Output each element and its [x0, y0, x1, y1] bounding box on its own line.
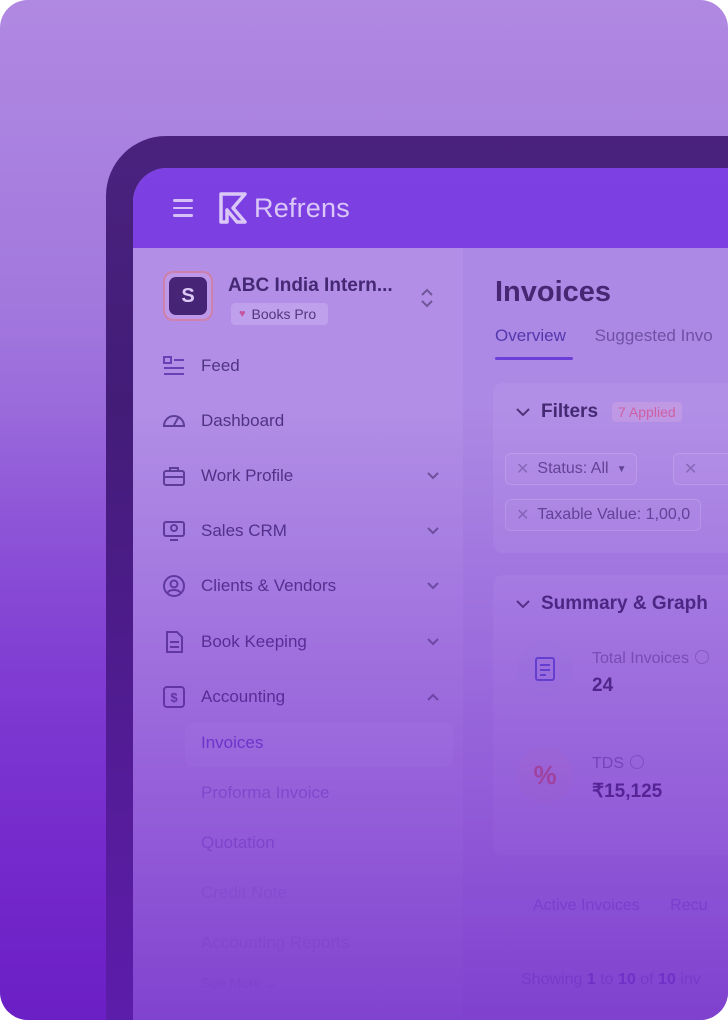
promo-card: Refrens S ABC India Intern... ♥ Books Pr… [0, 0, 728, 1020]
switch-org-icon[interactable] [419, 285, 435, 311]
crm-icon [163, 521, 185, 541]
sidebar-item-accounting[interactable]: $ Accounting [161, 682, 441, 712]
stat-total-invoices-label: Total Invoices [592, 650, 709, 668]
sidebar-item-clients-vendors[interactable]: Clients & Vendors [161, 571, 441, 601]
stat-label-text: Total Invoices [592, 650, 689, 667]
dollar-box-icon: $ [163, 686, 185, 708]
filter-chip-2[interactable]: ✕ [673, 453, 728, 485]
close-icon[interactable]: ✕ [516, 505, 529, 525]
svg-text:$: $ [170, 690, 178, 705]
sidebar-item-label: Book Keeping [201, 632, 307, 651]
see-more-label: See More [201, 975, 262, 991]
showing-total: 10 [658, 971, 676, 988]
stat-total-invoices-icon-bg [517, 641, 573, 697]
summary-header[interactable]: Summary & Graph [515, 593, 708, 615]
percent-icon: % [533, 759, 557, 790]
invoice-document-icon [535, 657, 555, 681]
org-name: ABC India Intern... [228, 275, 393, 296]
sidebar-item-feed[interactable]: Feed [161, 351, 441, 381]
sidebar-item-label: Sales CRM [201, 521, 287, 540]
sidebar: S ABC India Intern... ♥ Books Pro Feed D… [133, 248, 463, 1020]
summary-panel: Summary & Graph Total Invoices 24 % TDS … [493, 575, 728, 855]
page-tabs: Overview Suggested Invo [495, 326, 728, 346]
heart-icon: ♥ [239, 308, 246, 320]
showing-suffix: inv [680, 971, 701, 988]
sidebar-item-label: Clients & Vendors [201, 576, 337, 595]
stat-tds-label: TDS [592, 755, 644, 773]
top-bar: Refrens [133, 168, 728, 248]
showing-to: 10 [617, 971, 636, 988]
sidebar-subitem-invoices[interactable]: Invoices [201, 733, 263, 753]
info-icon[interactable] [630, 755, 644, 769]
tab-overview[interactable]: Overview [495, 326, 566, 346]
sidebar-item-label: Feed [201, 356, 240, 375]
briefcase-icon [163, 467, 185, 486]
sidebar-item-book-keeping[interactable]: Book Keeping [161, 627, 441, 657]
chevron-down-icon [427, 582, 439, 590]
close-icon[interactable]: ✕ [516, 459, 529, 479]
sidebar-item-label: Work Profile [201, 466, 294, 485]
org-avatar: S [163, 271, 213, 321]
sidebar-subitem-proforma-invoice[interactable]: Proforma Invoice [201, 783, 330, 803]
sidebar-subitem-accounting-reports[interactable]: Accounting Reports [201, 933, 349, 953]
chevron-down-icon [427, 638, 439, 646]
chevron-down-icon [427, 472, 439, 480]
user-circle-icon [163, 575, 185, 597]
plan-badge: ♥ Books Pro [231, 303, 329, 325]
tab-active-invoices[interactable]: Active Invoices [533, 897, 640, 914]
stat-total-invoices-value: 24 [592, 675, 614, 696]
pagination-summary: Showing 1 to 10 of 10 inv [521, 971, 701, 989]
filters-header[interactable]: Filters 7 Applied [515, 401, 682, 423]
org-switcher[interactable]: S ABC India Intern... ♥ Books Pro [163, 271, 443, 325]
filters-panel: Filters 7 Applied ✕ Status: All ▼ ✕ ✕ Ta… [493, 383, 728, 553]
filter-chip-label: Taxable Value: 1,00,0 [537, 506, 691, 523]
active-tab-indicator [495, 357, 573, 360]
menu-icon[interactable] [173, 199, 193, 217]
invoice-list-tabs: Active Invoices Recu [533, 897, 728, 915]
sidebar-item-label: Accounting [201, 687, 286, 706]
sidebar-item-work-profile[interactable]: Work Profile [161, 461, 441, 491]
chevron-down-icon [516, 408, 530, 417]
showing-of-word: of [640, 971, 654, 988]
stat-label-text: TDS [592, 755, 624, 772]
sidebar-item-dashboard[interactable]: Dashboard [161, 406, 441, 436]
info-icon[interactable] [694, 650, 709, 664]
filters-applied-badge: 7 Applied [612, 402, 682, 422]
document-icon [166, 631, 183, 653]
caret-down-icon: ▼ [616, 463, 627, 475]
showing-to-word: to [600, 971, 614, 988]
showing-prefix: Showing [521, 971, 583, 988]
brand-logo[interactable]: Refrens [217, 190, 350, 226]
see-more-link[interactable]: See More ⌄ [201, 975, 277, 992]
main-content: Invoices Overview Suggested Invo Filters… [463, 248, 728, 1020]
summary-title: Summary & Graph [541, 593, 708, 614]
stat-tds-value: ₹15,125 [592, 781, 663, 802]
org-logo-icon: S [169, 277, 207, 315]
sidebar-item-sales-crm[interactable]: Sales CRM [161, 516, 441, 546]
tab-suggested-invoices[interactable]: Suggested Invo [595, 326, 713, 346]
feed-icon [163, 356, 184, 375]
stat-tds-icon-bg: % [517, 747, 573, 803]
dashboard-gauge-icon [162, 415, 186, 427]
chevron-down-icon: ⌄ [265, 975, 278, 991]
filter-chip-taxable-value[interactable]: ✕ Taxable Value: 1,00,0 [505, 499, 702, 531]
page-title: Invoices [495, 276, 612, 308]
sidebar-subitem-quotation[interactable]: Quotation [201, 833, 275, 853]
app-screen: Refrens S ABC India Intern... ♥ Books Pr… [133, 168, 728, 1020]
sidebar-subitem-credit-note[interactable]: Credit Note [201, 883, 287, 903]
filter-chip-label: Status: All [537, 460, 609, 477]
chevron-down-icon [516, 600, 530, 609]
tab-recurring[interactable]: Recu [670, 897, 707, 914]
plan-label: Books Pro [251, 306, 317, 322]
chevron-down-icon [427, 527, 439, 535]
filters-title: Filters [541, 401, 599, 422]
refrens-logo-icon [219, 192, 247, 224]
sidebar-item-label: Dashboard [201, 411, 285, 430]
showing-from: 1 [586, 971, 596, 988]
filter-chip-status[interactable]: ✕ Status: All ▼ [505, 453, 638, 485]
brand-name: Refrens [254, 192, 350, 223]
chevron-up-icon [427, 693, 439, 701]
close-icon[interactable]: ✕ [684, 459, 697, 479]
